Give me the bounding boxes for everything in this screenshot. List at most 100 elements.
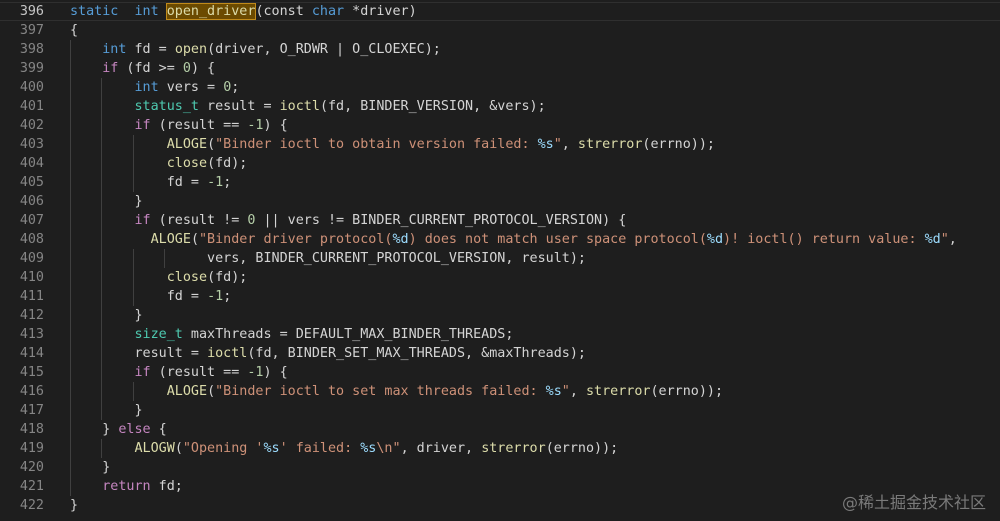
line-number: 408	[19, 232, 44, 247]
code-text[interactable]: static int open_driver(const char *drive…	[70, 2, 417, 21]
code-token: if	[102, 61, 119, 76]
code-line[interactable]: 410 close(fd);	[0, 268, 1000, 287]
code-token: vers =	[158, 80, 224, 95]
code-line[interactable]: 413 size_t maxThreads = DEFAULT_MAX_BIND…	[0, 325, 1000, 344]
code-text[interactable]: if (result != 0 || vers != BINDER_CURREN…	[70, 211, 626, 230]
line-number: 398	[19, 42, 44, 57]
code-token: ,	[569, 384, 586, 399]
code-text[interactable]: if (fd >= 0) {	[70, 59, 215, 78]
indent-guide	[70, 154, 71, 173]
code-token: (result !=	[150, 213, 248, 228]
code-editor[interactable]: 396 static int open_driver(const char *dr…	[0, 2, 1000, 515]
code-text[interactable]: int vers = 0;	[70, 78, 239, 97]
code-line[interactable]: 412 }	[0, 306, 1000, 325]
indent-guide	[70, 249, 71, 268]
line-number: 402	[19, 118, 44, 133]
indent-guide	[101, 230, 103, 249]
line-number: 405	[19, 175, 44, 190]
code-token: -1	[247, 118, 264, 133]
code-text[interactable]: }	[70, 306, 143, 325]
code-line[interactable]: 411 fd = -1;	[0, 287, 1000, 306]
code-token: result =	[199, 99, 280, 114]
code-text[interactable]: if (result == -1) {	[70, 363, 288, 382]
code-line[interactable]: 406 }	[0, 192, 1000, 211]
code-line[interactable]: 407 if (result != 0 || vers != BINDER_CU…	[0, 211, 1000, 230]
code-text[interactable]: fd = -1;	[70, 173, 231, 192]
code-token: open	[174, 42, 208, 57]
code-token: "Binder ioctl to set max threads failed:	[215, 384, 546, 399]
code-text[interactable]: ALOGE("Binder driver protocol(%d) does n…	[70, 230, 957, 249]
indent-guide	[101, 249, 103, 268]
indent-guide	[70, 40, 71, 59]
code-text[interactable]: return fd;	[70, 477, 183, 496]
indent-guide	[70, 230, 71, 249]
code-token: if	[134, 213, 151, 228]
code-line[interactable]: 396 static int open_driver(const char *dr…	[0, 2, 1000, 21]
code-token: strerror	[577, 137, 643, 152]
code-line[interactable]: 414 result = ioctl(fd, BINDER_SET_MAX_TH…	[0, 344, 1000, 363]
code-line[interactable]: 415 if (result == -1) {	[0, 363, 1000, 382]
code-text[interactable]: status_t result = ioctl(fd, BINDER_VERSI…	[70, 97, 546, 116]
code-line[interactable]: 403 ALOGE("Binder ioctl to obtain versio…	[0, 135, 1000, 154]
code-line[interactable]: 417 }	[0, 401, 1000, 420]
code-token: "Binder ioctl to obtain version failed:	[215, 137, 538, 152]
indent-guide	[70, 59, 71, 78]
code-text[interactable]: fd = -1;	[70, 287, 231, 306]
line-number: 406	[19, 194, 44, 209]
code-line[interactable]: 400 int vers = 0;	[0, 78, 1000, 97]
code-line[interactable]: 405 fd = -1;	[0, 173, 1000, 192]
code-line[interactable]: 419 ALOGW("Opening '%s' failed: %s\n", d…	[0, 439, 1000, 458]
indent-guide	[70, 211, 71, 230]
code-line[interactable]: 401 status_t result = ioctl(fd, BINDER_V…	[0, 97, 1000, 116]
code-line[interactable]: 404 close(fd);	[0, 154, 1000, 173]
line-number: 396	[19, 4, 44, 19]
code-text[interactable]: }	[70, 401, 143, 420]
code-token: ) {	[263, 118, 288, 133]
code-text[interactable]: {	[70, 21, 78, 40]
code-token: (errno));	[650, 384, 724, 399]
code-text[interactable]: vers, BINDER_CURRENT_PROTOCOL_VERSION, r…	[70, 249, 586, 268]
code-text[interactable]: size_t maxThreads = DEFAULT_MAX_BINDER_T…	[70, 325, 513, 344]
line-number: 407	[19, 213, 44, 228]
code-text[interactable]: ALOGW("Opening '%s' failed: %s\n", drive…	[70, 439, 618, 458]
line-number: 415	[19, 365, 44, 380]
indent-guide	[101, 154, 103, 173]
code-line[interactable]: 397 {	[0, 21, 1000, 40]
indent-guide	[132, 249, 134, 268]
code-token: "	[553, 137, 562, 152]
code-line[interactable]: 409 vers, BINDER_CURRENT_PROTOCOL_VERSIO…	[0, 249, 1000, 268]
indent-guide	[70, 363, 71, 382]
code-token: %s	[537, 137, 554, 152]
code-text[interactable]: close(fd);	[70, 154, 247, 173]
code-line[interactable]: 418 } else {	[0, 420, 1000, 439]
indent-guide	[70, 116, 71, 135]
code-line[interactable]: 420 }	[0, 458, 1000, 477]
code-token: fd =	[126, 42, 175, 57]
indent-guide	[132, 154, 134, 173]
code-token: ;	[223, 175, 232, 190]
code-text[interactable]: } else {	[70, 420, 167, 439]
code-line[interactable]: 399 if (fd >= 0) {	[0, 59, 1000, 78]
code-text[interactable]: ALOGE("Binder ioctl to obtain version fa…	[70, 135, 715, 154]
code-text[interactable]: int fd = open(driver, O_RDWR | O_CLOEXEC…	[70, 40, 441, 59]
code-text[interactable]: close(fd);	[70, 268, 247, 287]
code-line[interactable]: 398 int fd = open(driver, O_RDWR | O_CLO…	[0, 40, 1000, 59]
code-text[interactable]: result = ioctl(fd, BINDER_SET_MAX_THREAD…	[70, 344, 586, 363]
indent-guide	[101, 78, 103, 97]
code-line[interactable]: 408 ALOGE("Binder driver protocol(%d) do…	[0, 230, 1000, 249]
code-text[interactable]: if (result == -1) {	[70, 116, 288, 135]
code-token: int	[134, 80, 159, 95]
code-text[interactable]: }	[70, 496, 78, 515]
code-line[interactable]: 416 ALOGE("Binder ioctl to set max threa…	[0, 382, 1000, 401]
code-text[interactable]: }	[70, 458, 110, 477]
code-token: }	[70, 460, 111, 475]
code-token: close	[166, 270, 208, 285]
code-token: *driver)	[344, 4, 417, 19]
code-line[interactable]: 402 if (result == -1) {	[0, 116, 1000, 135]
code-token: ALOGE	[166, 384, 208, 399]
code-text[interactable]: }	[70, 192, 143, 211]
code-text[interactable]: ALOGE("Binder ioctl to set max threads f…	[70, 382, 723, 401]
line-number: 401	[19, 99, 44, 114]
